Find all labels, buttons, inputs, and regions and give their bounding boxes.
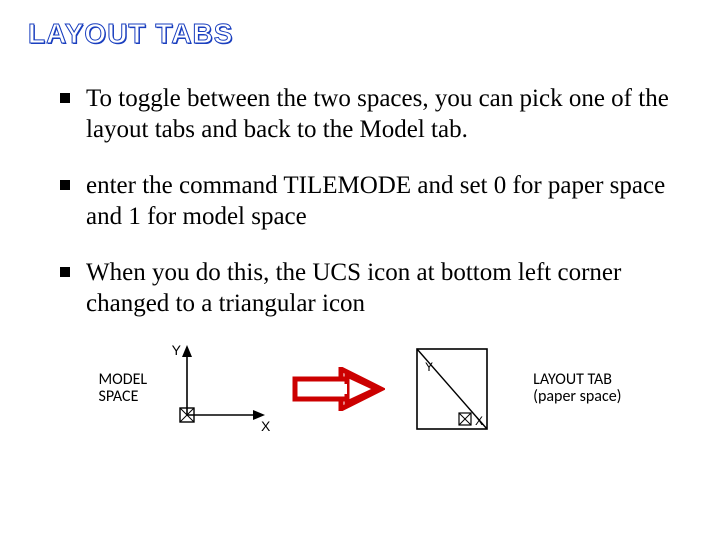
tri-x-text: X	[475, 414, 483, 428]
tri-y-text: Y	[425, 360, 433, 374]
tri-y-label: Y	[425, 360, 433, 374]
tri-x-label: X	[475, 414, 483, 428]
model-space-label: MODEL SPACE	[98, 371, 147, 406]
axis-x-text: X	[261, 418, 271, 434]
axis-x-label: X	[261, 418, 271, 434]
layout-tab-label: LAYOUT TAB (paper space)	[533, 371, 621, 406]
bullet-item: To toggle between the two spaces, you ca…	[60, 84, 692, 145]
slide-title: LAYOUT TABS	[28, 18, 692, 50]
axis-y-label: Y	[172, 345, 182, 358]
bullet-item: enter the command TILEMODE and set 0 for…	[60, 171, 692, 232]
bullet-list: To toggle between the two spaces, you ca…	[28, 84, 692, 319]
icons-row: MODEL SPACE Y X	[28, 345, 692, 442]
arrow-icon	[289, 367, 385, 416]
axis-y-text: Y	[172, 345, 182, 358]
slide: LAYOUT TABS To toggle between the two sp…	[0, 0, 720, 540]
ucs-paper-icon: Y X	[411, 345, 497, 442]
ucs-model-icon: Y X	[161, 345, 271, 442]
bullet-item: When you do this, the UCS icon at bottom…	[60, 258, 692, 319]
